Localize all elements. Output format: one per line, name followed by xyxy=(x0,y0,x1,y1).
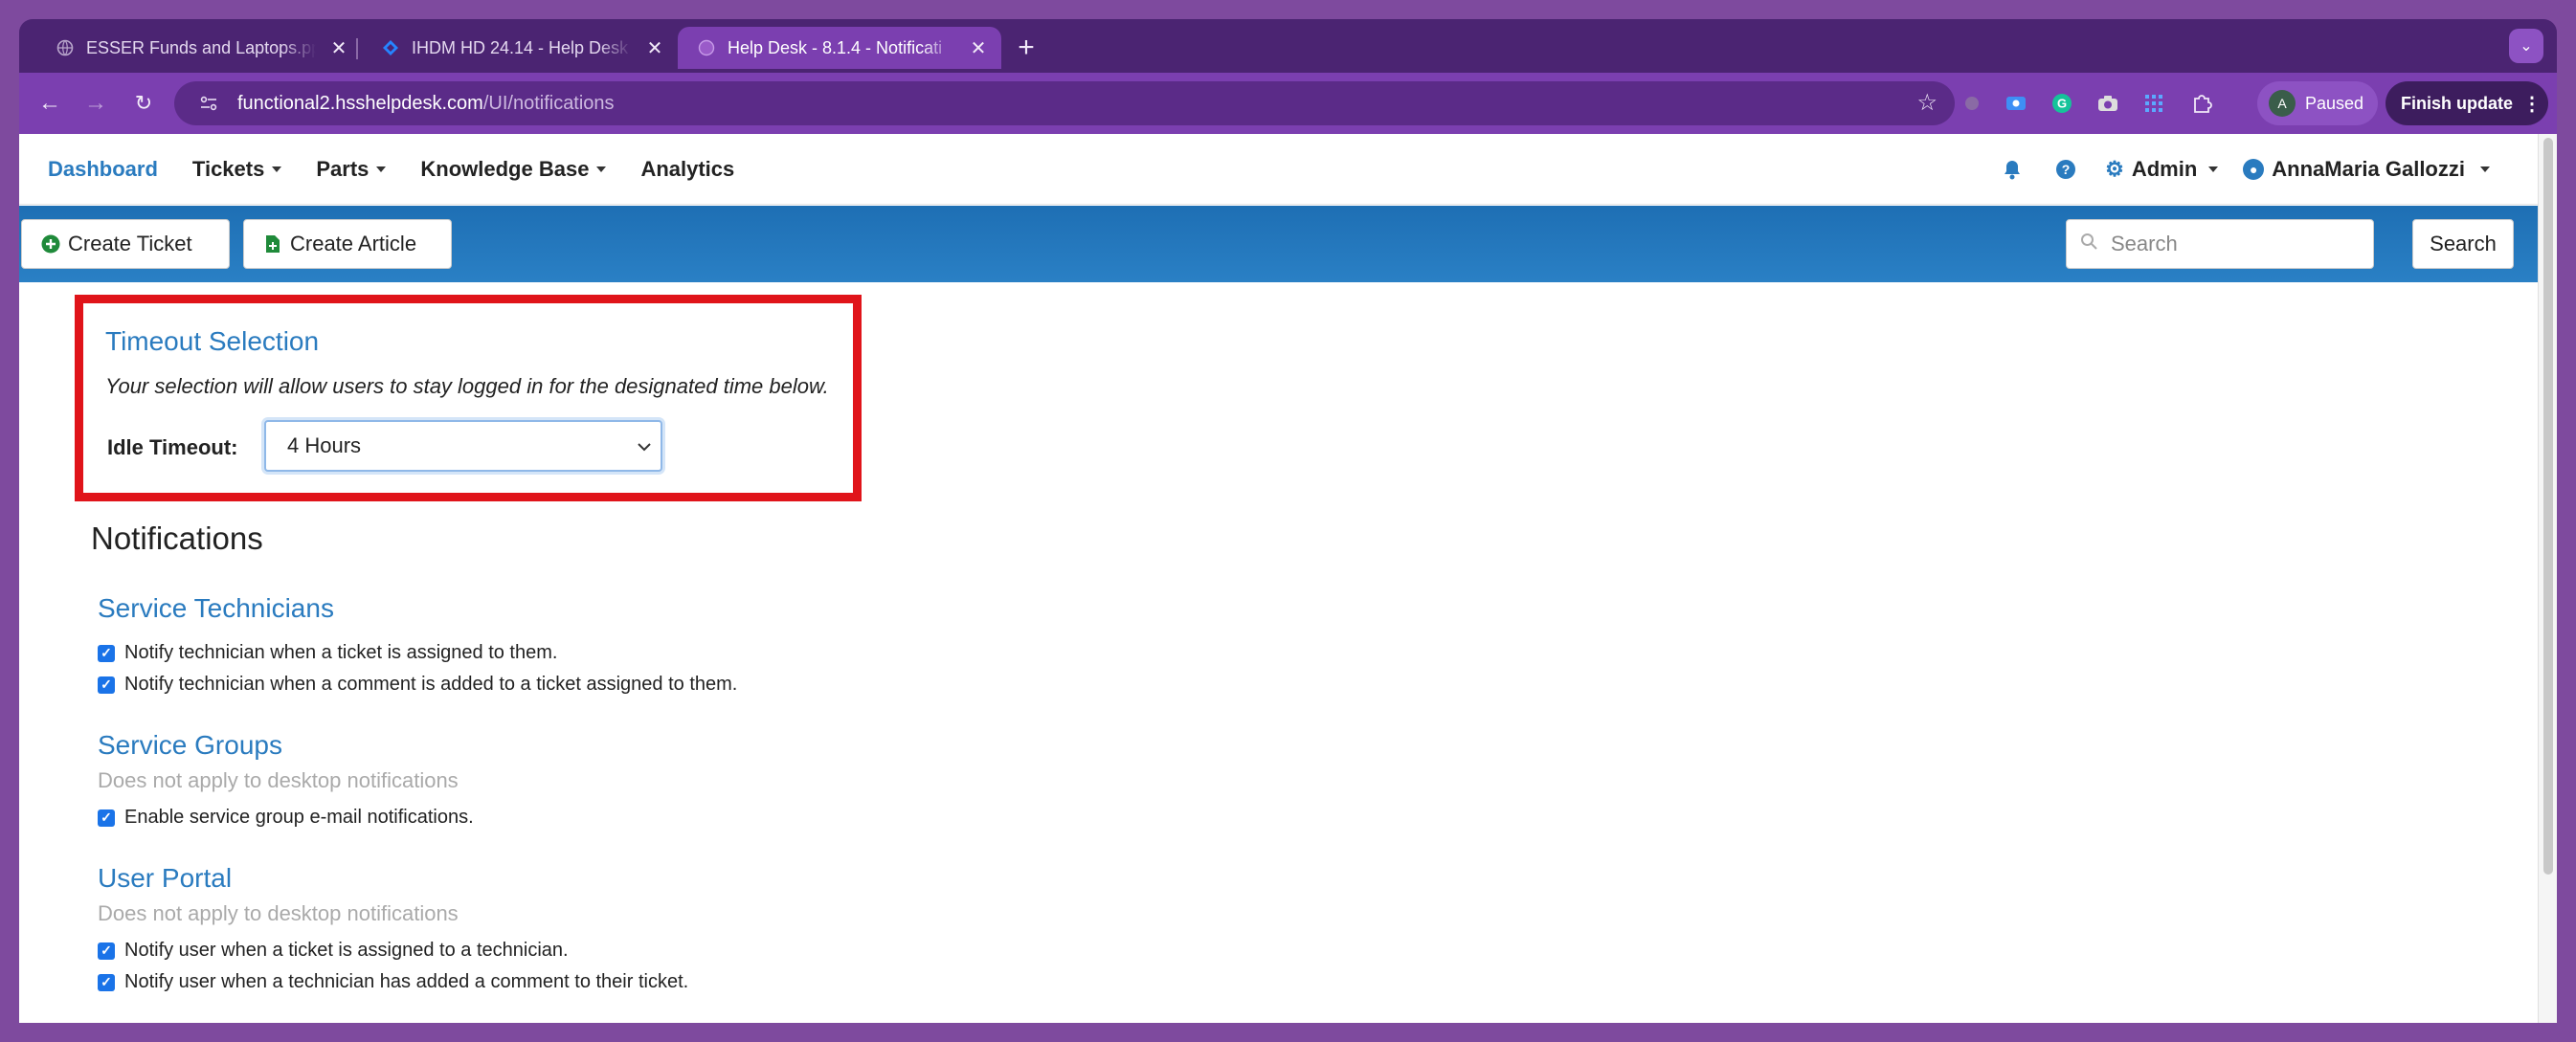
profile-button[interactable]: A Paused xyxy=(2257,81,2378,125)
apps-grid-icon[interactable] xyxy=(2140,90,2167,117)
admin-menu[interactable]: ⚙ Admin xyxy=(2105,157,2219,182)
nav-dashboard[interactable]: Dashboard xyxy=(48,157,158,182)
address-bar[interactable]: functional2.hsshelpdesk.com/UI/notificat… xyxy=(174,81,1955,125)
screen-record-icon[interactable] xyxy=(2003,90,2029,117)
checkbox[interactable]: ✓ xyxy=(98,644,115,662)
idle-timeout-select[interactable]: 4 Hours xyxy=(264,420,662,472)
extension-puzzle-dim-icon[interactable] xyxy=(1959,90,1985,117)
back-arrow-icon[interactable]: ← xyxy=(33,86,67,121)
checkbox-row: ✓ Notify technician when a comment is ad… xyxy=(98,674,737,696)
service-groups-title: Service Groups xyxy=(98,730,282,760)
helpdesk-icon xyxy=(697,38,716,57)
vertical-scrollbar[interactable] xyxy=(2538,134,2557,1023)
caret-down-icon xyxy=(2208,166,2219,172)
chevron-down-icon xyxy=(638,439,651,454)
user-portal-title: User Portal xyxy=(98,863,233,893)
svg-text:G: G xyxy=(2057,97,2067,111)
jira-icon xyxy=(381,38,400,57)
scrollbar-thumb[interactable] xyxy=(2543,138,2553,875)
checkbox-row: ✓ Notify user when a technician has adde… xyxy=(98,971,688,993)
nav-knowledge-base[interactable]: Knowledge Base xyxy=(420,157,607,182)
close-tab-icon[interactable]: ✕ xyxy=(325,34,352,61)
avatar: A xyxy=(2269,90,2296,117)
url-text: functional2.hsshelpdesk.com/UI/notificat… xyxy=(237,92,615,114)
extensions-puzzle-icon[interactable] xyxy=(2188,90,2215,117)
help-icon[interactable]: ? xyxy=(2051,155,2080,184)
file-plus-icon xyxy=(263,234,282,254)
nav-tickets[interactable]: Tickets xyxy=(192,157,282,182)
tab-separator xyxy=(356,38,358,59)
globe-icon xyxy=(56,38,75,57)
browser-tab-esser[interactable]: ESSER Funds and Laptops.pp ✕ xyxy=(36,27,362,69)
notifications-heading: Notifications xyxy=(91,521,263,556)
checkbox[interactable]: ✓ xyxy=(98,942,115,960)
checkbox-row: ✓ Enable service group e-mail notificati… xyxy=(98,807,474,829)
user-portal-subtitle: Does not apply to desktop notifications xyxy=(98,901,459,925)
plus-circle-icon xyxy=(41,234,60,254)
caret-down-icon xyxy=(272,166,282,172)
bookmark-star-icon[interactable]: ☆ xyxy=(1916,89,1938,117)
user-menu[interactable]: ● AnnaMaria Gallozzi xyxy=(2243,157,2490,182)
checkbox[interactable]: ✓ xyxy=(98,809,115,827)
timeout-selection-panel: Timeout Selection Your selection will al… xyxy=(75,295,862,501)
close-tab-icon[interactable]: ✕ xyxy=(641,34,668,61)
browser-toolbar: ← → ↻ functional2.hsshelpdesk.com/UI/not… xyxy=(19,73,2557,134)
search-icon xyxy=(2080,233,2097,255)
nav-analytics[interactable]: Analytics xyxy=(640,157,734,182)
profile-status: Paused xyxy=(2305,93,2364,113)
service-technicians-title: Service Technicians xyxy=(98,593,334,623)
gear-icon: ⚙ xyxy=(2105,157,2124,181)
action-bar: Create Ticket Create Article Search xyxy=(19,206,2538,282)
tab-search-chevron-icon[interactable]: ⌄ xyxy=(2509,29,2543,63)
page-viewport: Dashboard Tickets Parts Knowledge Base A… xyxy=(19,134,2557,1023)
close-tab-icon[interactable]: ✕ xyxy=(965,34,992,61)
more-vertical-icon: ⋮ xyxy=(2522,93,2542,115)
search-button[interactable]: Search xyxy=(2412,219,2514,269)
caret-down-icon xyxy=(376,166,387,172)
bell-icon[interactable] xyxy=(1998,155,2027,184)
timeout-description: Your selection will allow users to stay … xyxy=(105,374,829,398)
browser-tab-strip: ESSER Funds and Laptops.pp ✕ IHDM HD 24.… xyxy=(19,19,2557,73)
nav-parts[interactable]: Parts xyxy=(316,157,387,182)
timeout-title: Timeout Selection xyxy=(105,326,320,356)
reload-icon[interactable]: ↻ xyxy=(126,86,161,121)
checkbox[interactable]: ✓ xyxy=(98,676,115,694)
grammarly-icon[interactable]: G xyxy=(2049,90,2075,117)
finish-update-button[interactable]: Finish update ⋮ xyxy=(2386,81,2548,125)
user-circle-icon: ● xyxy=(2243,159,2265,180)
browser-tab-ihdm[interactable]: IHDM HD 24.14 - Help Desk S ✕ xyxy=(362,27,678,69)
checkbox[interactable]: ✓ xyxy=(98,973,115,991)
forward-arrow-icon[interactable]: → xyxy=(78,86,113,121)
create-article-button[interactable]: Create Article xyxy=(243,219,452,269)
search-input[interactable] xyxy=(2111,232,2350,256)
checkbox-row: ✓ Notify technician when a ticket is ass… xyxy=(98,642,557,664)
idle-timeout-label: Idle Timeout: xyxy=(107,435,238,459)
new-tab-icon[interactable]: + xyxy=(1011,32,1042,63)
caret-down-icon xyxy=(2480,166,2490,172)
create-ticket-button[interactable]: Create Ticket xyxy=(21,219,230,269)
app-navbar: Dashboard Tickets Parts Knowledge Base A… xyxy=(19,134,2538,205)
camera-icon[interactable] xyxy=(2094,90,2121,117)
service-groups-subtitle: Does not apply to desktop notifications xyxy=(98,768,459,792)
browser-tab-helpdesk[interactable]: Help Desk - 8.1.4 - Notificati ✕ xyxy=(678,27,1001,69)
checkbox-row: ✓ Notify user when a ticket is assigned … xyxy=(98,940,569,962)
search-field[interactable] xyxy=(2066,219,2374,269)
navbar-right: ? ⚙ Admin ● AnnaMaria Gallozzi xyxy=(1973,134,2490,205)
site-settings-icon[interactable] xyxy=(190,94,228,113)
svg-text:?: ? xyxy=(2062,162,2071,177)
caret-down-icon xyxy=(596,166,607,172)
